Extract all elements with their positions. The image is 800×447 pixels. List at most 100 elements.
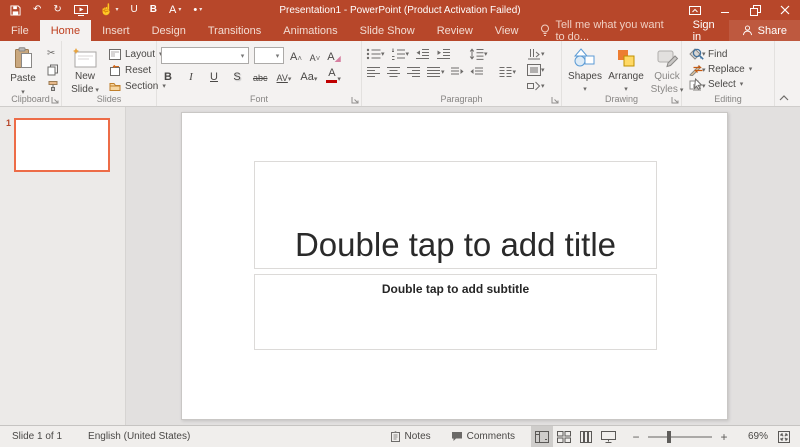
group-clipboard: Paste ✂ Clipboard <box>0 41 62 106</box>
clipboard-dialog-launcher-icon[interactable] <box>51 96 59 104</box>
tab-file[interactable]: File <box>0 20 40 41</box>
select-cursor-icon <box>692 77 704 91</box>
cut-button[interactable]: ✂ <box>45 47 61 61</box>
share-button[interactable]: Share <box>728 20 800 41</box>
italic-button[interactable]: I <box>184 68 198 83</box>
strikethrough-button[interactable]: abc <box>253 68 268 83</box>
align-left-button[interactable] <box>366 65 381 79</box>
zoom-slider-thumb[interactable] <box>667 430 672 443</box>
bullets-qat-icon[interactable]: • ▾ <box>193 4 202 16</box>
left-to-right-text-button[interactable] <box>450 65 465 79</box>
lightbulb-icon <box>540 24 550 37</box>
decrease-indent-button[interactable] <box>415 47 430 61</box>
change-case-button[interactable]: Aa <box>300 68 317 83</box>
replace-button[interactable]: Replace <box>690 63 754 75</box>
align-center-button[interactable] <box>386 65 401 79</box>
slide-thumbnail[interactable] <box>14 118 110 172</box>
paragraph-group-label: Paragraph <box>440 94 483 104</box>
increase-indent-button[interactable] <box>436 47 451 61</box>
grow-font-button[interactable]: A ˄ <box>289 48 303 63</box>
bold-button[interactable]: B <box>161 68 175 83</box>
paste-label: Paste <box>10 73 36 84</box>
tab-view[interactable]: View <box>484 20 530 41</box>
shapes-button[interactable]: Shapes <box>566 44 604 93</box>
undo-icon[interactable]: ↶ <box>33 5 41 15</box>
bold-qat-icon[interactable]: B <box>150 5 157 15</box>
tab-review[interactable]: Review <box>426 20 484 41</box>
normal-view-button[interactable] <box>531 426 553 447</box>
font-size-combobox[interactable]: ▾ <box>254 47 284 64</box>
zoom-out-button[interactable]: − <box>631 430 641 444</box>
notes-button[interactable]: Notes <box>380 426 441 447</box>
ribbon-spacer <box>775 41 800 106</box>
arrange-label: Arrange <box>608 71 644 95</box>
tab-slide-show[interactable]: Slide Show <box>349 20 426 41</box>
subtitle-placeholder[interactable]: Double tap to add subtitle <box>254 274 657 350</box>
comments-button[interactable]: Comments <box>441 426 525 447</box>
numbering-button[interactable] <box>391 47 410 61</box>
text-shadow-button[interactable]: S <box>230 68 244 83</box>
reading-view-button[interactable] <box>575 426 597 447</box>
tab-animations[interactable]: Animations <box>272 20 348 41</box>
minimize-icon[interactable] <box>710 0 740 20</box>
font-dialog-launcher-icon[interactable] <box>351 96 359 104</box>
clear-formatting-button[interactable]: A ◢ <box>327 48 341 63</box>
columns-button[interactable] <box>498 65 517 79</box>
font-name-combobox[interactable]: ▾ <box>161 47 249 64</box>
restore-icon[interactable] <box>740 0 770 20</box>
font-name-value <box>162 48 237 63</box>
zoom-in-button[interactable]: + <box>719 430 729 444</box>
touch-mouse-mode-icon[interactable]: ☝ ▾ <box>100 4 119 16</box>
slide-thumbnail-number: 1 <box>6 118 12 128</box>
quick-styles-button[interactable]: Quick Styles <box>648 44 686 95</box>
text-direction-button[interactable] <box>527 47 545 61</box>
status-bar: Slide 1 of 1 English (United States) Not… <box>0 425 800 447</box>
title-placeholder[interactable]: Double tap to add title <box>254 161 657 269</box>
paste-button[interactable]: Paste <box>4 44 42 93</box>
right-to-left-text-button[interactable] <box>470 65 485 79</box>
bullets-button[interactable] <box>366 47 385 61</box>
select-label: Select <box>708 78 736 90</box>
underline-qat-icon[interactable]: U <box>131 5 138 15</box>
line-spacing-button[interactable] <box>469 47 488 61</box>
slide-sorter-view-button[interactable] <box>553 426 575 447</box>
convert-to-smartart-button[interactable] <box>527 79 545 93</box>
shrink-font-button[interactable]: A ˅ <box>308 48 322 63</box>
tab-transitions[interactable]: Transitions <box>197 20 272 41</box>
save-icon[interactable] <box>10 4 21 16</box>
zoom-level[interactable]: 69% <box>740 431 768 442</box>
group-editing: Find Replace Select Editing <box>682 41 775 106</box>
font-color-button[interactable]: A <box>326 68 341 83</box>
start-from-beginning-icon[interactable] <box>73 4 88 16</box>
paragraph-dialog-launcher-icon[interactable] <box>551 96 559 104</box>
font-qat-icon[interactable]: A ▾ <box>169 4 181 16</box>
copy-button[interactable] <box>45 63 61 77</box>
select-button[interactable]: Select <box>690 77 754 91</box>
sign-in-button[interactable]: Sign in <box>679 19 729 43</box>
align-text-button[interactable] <box>527 63 545 77</box>
fit-slide-to-window-button[interactable] <box>778 430 790 443</box>
underline-button[interactable]: U <box>207 68 221 83</box>
character-spacing-button[interactable]: AV <box>277 68 292 83</box>
tell-me-box[interactable]: Tell me what you want to do... <box>529 19 678 43</box>
new-slide-button[interactable]: New Slide <box>66 44 104 95</box>
tab-home[interactable]: Home <box>39 20 92 41</box>
find-button[interactable]: Find <box>690 48 754 60</box>
collapse-ribbon-icon[interactable] <box>779 95 789 101</box>
font-size-caret-icon: ▾ <box>275 52 280 60</box>
slide-canvas: Double tap to add title Double tap to ad… <box>181 112 728 420</box>
arrange-button[interactable]: Arrange <box>607 44 645 93</box>
justify-button[interactable] <box>426 65 445 79</box>
ribbon-tab-bar: File Home Insert Design Transitions Anim… <box>0 19 800 43</box>
zoom-slider[interactable] <box>648 430 712 443</box>
tab-insert[interactable]: Insert <box>91 20 141 41</box>
drawing-dialog-launcher-icon[interactable] <box>671 96 679 104</box>
align-right-button[interactable] <box>406 65 421 79</box>
redo-icon[interactable]: ↻ <box>53 5 61 15</box>
close-icon[interactable] <box>770 0 800 20</box>
tab-design[interactable]: Design <box>141 20 197 41</box>
ribbon-display-options-icon[interactable] <box>680 0 710 20</box>
format-painter-button[interactable] <box>45 79 61 93</box>
slide-show-view-button[interactable] <box>597 426 619 447</box>
language-indicator[interactable]: English (United States) <box>88 431 190 442</box>
